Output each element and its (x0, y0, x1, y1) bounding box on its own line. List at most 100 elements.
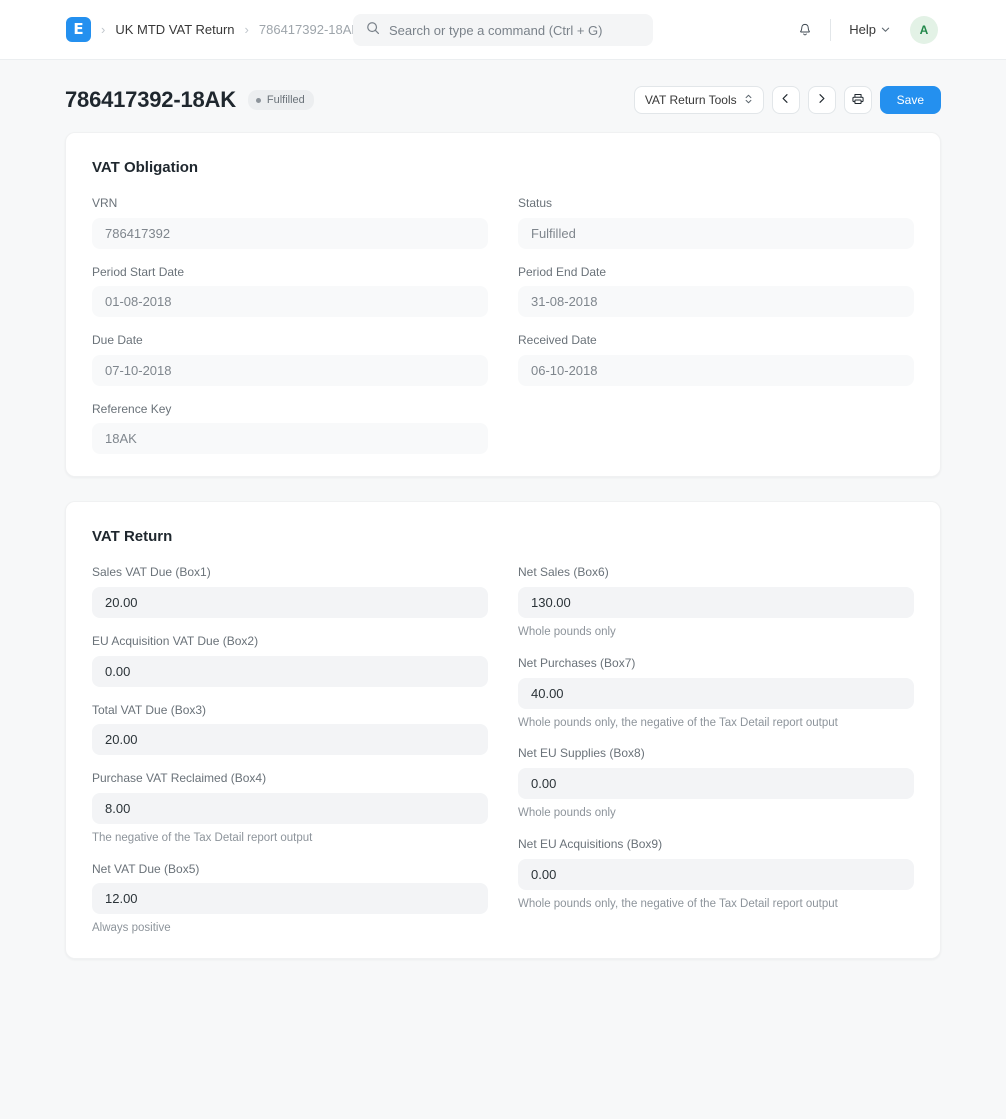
navbar: E › UK MTD VAT Return › 786417392-18AK S… (0, 0, 1006, 60)
net-purchases-input[interactable]: 40.00 (518, 677, 914, 709)
net-sales-input[interactable]: 130.00 (518, 586, 914, 618)
breadcrumb-item-uk-mtd-vat-return[interactable]: UK MTD VAT Return (115, 22, 234, 37)
field-label: Sales VAT Due (Box1) (92, 565, 211, 580)
period-end-date-input[interactable]: 31-08-2018 (518, 286, 914, 318)
status-badge: Fulfilled (247, 90, 314, 110)
field-net-eu-supplies-box8: Net EU Supplies (Box8) 0.00 Whole pounds… (518, 746, 914, 821)
search-icon (366, 21, 380, 40)
printer-icon (851, 92, 865, 109)
field-help-text: Whole pounds only, the negative of the T… (518, 897, 838, 910)
avatar[interactable]: A (910, 15, 938, 44)
notifications-bell-icon[interactable] (790, 15, 820, 45)
status-input[interactable]: Fulfilled (518, 217, 914, 249)
field-help-text: Whole pounds only (518, 807, 616, 820)
page-header-actions: VAT Return Tools Save (633, 86, 941, 114)
breadcrumb-separator-1: › (101, 22, 106, 37)
chevron-right-icon (816, 93, 827, 107)
field-label: Net Sales (Box6) (518, 565, 609, 580)
field-label: Net Purchases (Box7) (518, 655, 636, 670)
field-help-text: Whole pounds only (518, 625, 616, 638)
field-period-end-date: Period End Date 31-08-2018 (518, 265, 914, 318)
field-received-date: Received Date 06-10-2018 (518, 333, 914, 386)
left-column: Sales VAT Due (Box1) 20.00 EU Acquisitio… (92, 565, 488, 936)
field-total-vat-due-box3: Total VAT Due (Box3) 20.00 (92, 703, 488, 756)
page-title: 786417392-18AK (65, 87, 236, 112)
field-help-text: Always positive (92, 922, 171, 935)
field-net-vat-due-box5: Net VAT Due (Box5) 12.00 Always positive (92, 862, 488, 937)
app-logo-icon[interactable]: E (66, 17, 91, 42)
card-title: VAT Return (92, 528, 173, 546)
field-reference-key: Reference Key 18AK (92, 402, 488, 455)
net-eu-supplies-input[interactable]: 0.00 (518, 768, 914, 800)
vat-obligation-card: VAT Obligation VRN 786417392 Period Star… (65, 132, 941, 478)
due-date-input[interactable]: 07-10-2018 (92, 354, 488, 386)
previous-document-button[interactable] (771, 86, 800, 114)
field-net-purchases-box7: Net Purchases (Box7) 40.00 Whole pounds … (518, 656, 914, 731)
field-label: Received Date (518, 333, 597, 348)
content-area: VAT Obligation VRN 786417392 Period Star… (0, 114, 1006, 960)
field-label: Period End Date (518, 264, 607, 279)
page-title-group: 786417392-18AK Fulfilled (65, 87, 314, 113)
help-menu[interactable]: Help (843, 18, 896, 41)
field-net-eu-acquisitions-box9: Net EU Acquisitions (Box9) 0.00 Whole po… (518, 837, 914, 912)
right-column: Status Fulfilled Period End Date 31-08-2… (518, 196, 914, 454)
status-dot-icon (255, 97, 261, 103)
field-label: Total VAT Due (Box3) (92, 702, 207, 717)
received-date-input[interactable]: 06-10-2018 (518, 354, 914, 386)
field-label: Net VAT Due (Box5) (92, 861, 200, 876)
vrn-input[interactable]: 786417392 (92, 217, 488, 249)
purchase-vat-reclaimed-input[interactable]: 8.00 (92, 792, 488, 824)
field-purchase-vat-reclaimed-box4: Purchase VAT Reclaimed (Box4) 8.00 The n… (92, 771, 488, 846)
reference-key-input[interactable]: 18AK (92, 423, 488, 455)
card-title: VAT Obligation (92, 159, 199, 176)
sales-vat-due-input[interactable]: 20.00 (92, 586, 488, 618)
navbar-divider (830, 18, 832, 41)
next-document-button[interactable] (807, 86, 836, 114)
chevron-down-icon (881, 22, 890, 37)
field-label: Period Start Date (92, 264, 185, 279)
save-button[interactable]: Save (879, 86, 941, 114)
field-label: EU Acquisition VAT Due (Box2) (92, 633, 259, 648)
field-help-text: Whole pounds only, the negative of the T… (518, 716, 838, 729)
vat-return-tools-label: VAT Return Tools (644, 93, 737, 107)
search-container: Search or type a command (Ctrl + G) (353, 14, 653, 46)
field-help-text: The negative of the Tax Detail report ou… (92, 831, 313, 844)
field-net-sales-box6: Net Sales (Box6) 130.00 Whole pounds onl… (518, 565, 914, 640)
field-label: VRN (92, 196, 118, 210)
vat-return-card: VAT Return Sales VAT Due (Box1) 20.00 EU… (65, 501, 941, 960)
field-label: Purchase VAT Reclaimed (Box4) (92, 771, 267, 786)
field-label: Net EU Supplies (Box8) (518, 746, 645, 761)
field-status: Status Fulfilled (518, 196, 914, 249)
period-start-date-input[interactable]: 01-08-2018 (92, 286, 488, 318)
breadcrumb-separator-2: › (244, 22, 249, 37)
field-period-start-date: Period Start Date 01-08-2018 (92, 265, 488, 318)
field-label: Reference Key (92, 401, 172, 416)
right-column: Net Sales (Box6) 130.00 Whole pounds onl… (518, 565, 914, 936)
chevron-left-icon (780, 93, 791, 107)
breadcrumb: E › UK MTD VAT Return › 786417392-18AK (24, 17, 360, 42)
field-eu-acquisition-vat-due-box2: EU Acquisition VAT Due (Box2) 0.00 (92, 634, 488, 687)
field-vrn: VRN 786417392 (92, 196, 488, 249)
field-label: Net EU Acquisitions (Box9) (518, 836, 663, 851)
field-grid: Sales VAT Due (Box1) 20.00 EU Acquisitio… (92, 565, 914, 936)
chevron-updown-icon (744, 93, 753, 108)
field-label: Due Date (92, 333, 143, 348)
vat-return-tools-button[interactable]: VAT Return Tools (633, 86, 764, 114)
net-eu-acquisitions-input[interactable]: 0.00 (518, 858, 914, 890)
navbar-actions: Help A (790, 15, 982, 45)
left-column: VRN 786417392 Period Start Date 01-08-20… (92, 196, 488, 455)
breadcrumb-item-current: 786417392-18AK (258, 22, 361, 37)
field-label: Status (518, 196, 553, 210)
search-placeholder: Search or type a command (Ctrl + G) (389, 22, 603, 38)
page-header: 786417392-18AK Fulfilled VAT Return Tool… (0, 60, 1006, 114)
field-sales-vat-due-box1: Sales VAT Due (Box1) 20.00 (92, 565, 488, 618)
status-badge-label: Fulfilled (266, 94, 305, 106)
net-vat-due-input[interactable]: 12.00 (92, 883, 488, 915)
total-vat-due-input[interactable]: 20.00 (92, 724, 488, 756)
field-due-date: Due Date 07-10-2018 (92, 333, 488, 386)
eu-acquisition-vat-due-input[interactable]: 0.00 (92, 655, 488, 687)
help-label: Help (849, 22, 876, 37)
print-button[interactable] (843, 86, 872, 114)
field-grid: VRN 786417392 Period Start Date 01-08-20… (92, 196, 914, 455)
search-input[interactable]: Search or type a command (Ctrl + G) (353, 14, 653, 46)
